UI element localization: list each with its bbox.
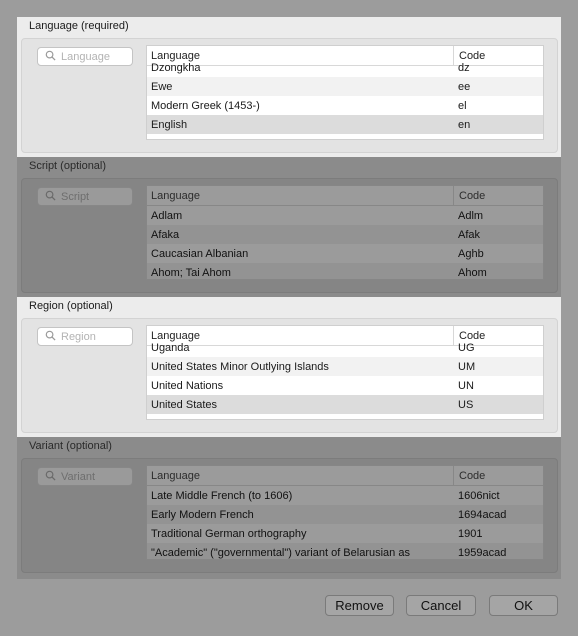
- script-table[interactable]: Language Code Adlam Adlm Afaka Afak Caucas…: [146, 185, 544, 280]
- variant-table[interactable]: Language Code Late Middle French (to 160…: [146, 465, 544, 560]
- cell-language: Ewe: [151, 80, 173, 93]
- table-row[interactable]: Early Modern French 1694acad: [147, 505, 543, 524]
- language-group-box: Language Language Code Dzongkha dz Ewe ee …: [21, 38, 558, 153]
- table-row[interactable]: Adlam Adlm: [147, 206, 543, 225]
- region-group-box: Region Language Code Uganda UG United Sta…: [21, 318, 558, 433]
- column-header-language[interactable]: Language: [147, 470, 453, 482]
- search-icon: [45, 470, 61, 484]
- cell-language: Modern Greek (1453-): [151, 99, 260, 112]
- search-icon: [45, 50, 61, 64]
- table-row[interactable]: Traditional German orthography 1901: [147, 524, 543, 543]
- cell-code: Adlm: [458, 209, 484, 222]
- table-row[interactable]: United Nations UN: [147, 376, 543, 395]
- cell-language: Afaka: [151, 228, 180, 241]
- cell-code: 1606nict: [458, 489, 500, 502]
- search-placeholder: Language: [61, 50, 110, 63]
- cell-language: United States: [151, 398, 218, 411]
- table-row[interactable]: United States Minor Outlying Islands UM: [147, 357, 543, 376]
- cell-code: dz: [458, 61, 470, 74]
- cell-language: Adlam: [151, 209, 183, 222]
- cell-language: Caucasian Albanian: [151, 247, 249, 260]
- column-header-code[interactable]: Code: [453, 186, 543, 205]
- column-header-code[interactable]: Code: [453, 466, 543, 485]
- cell-code: UM: [458, 360, 476, 373]
- cell-code: 1694acad: [458, 508, 507, 521]
- cell-code: el: [458, 99, 467, 112]
- table-row[interactable]: Caucasian Albanian Aghb: [147, 244, 543, 263]
- table-row-selected[interactable]: United States US: [147, 395, 543, 414]
- table-row[interactable]: Uganda UG: [147, 338, 543, 357]
- cell-language: English: [151, 118, 188, 131]
- cell-code: en: [458, 118, 471, 131]
- cell-code: Ahom: [458, 266, 487, 279]
- region-table[interactable]: Language Code Uganda UG United States Min…: [146, 325, 544, 420]
- table-row[interactable]: Late Middle French (to 1606) 1606nict: [147, 486, 543, 505]
- search-icon: [45, 330, 61, 344]
- ok-button[interactable]: OK: [489, 595, 558, 616]
- region-search-field[interactable]: Region: [37, 327, 133, 346]
- cell-code: UG: [458, 341, 475, 354]
- region-section: Region (optional) Region Language Code U…: [17, 297, 561, 439]
- section-title: Region (optional): [29, 300, 113, 312]
- variant-group-box: Variant Language Code Late Middle French…: [21, 458, 558, 573]
- language-section: Language (required) Language Language Co…: [17, 17, 561, 159]
- table-row[interactable]: Modern Greek (1453-) el: [147, 96, 543, 115]
- remove-button[interactable]: Remove: [325, 595, 394, 616]
- cell-code: UN: [458, 379, 474, 392]
- cell-language: Dzongkha: [151, 61, 201, 74]
- cell-language: Uganda: [151, 341, 190, 354]
- search-placeholder: Variant: [61, 470, 96, 483]
- table-row-selected[interactable]: English en: [147, 115, 543, 134]
- table-row[interactable]: Afaka Afak: [147, 225, 543, 244]
- language-search-field[interactable]: Language: [37, 47, 133, 66]
- cell-language: United Nations: [151, 379, 224, 392]
- script-group-box: Script Language Code Adlam Adlm Afaka Afak…: [21, 178, 558, 293]
- language-table[interactable]: Language Code Dzongkha dz Ewe ee Modern Gr…: [146, 45, 544, 140]
- cell-language: Ahom; Tai Ahom: [151, 266, 231, 279]
- script-section: Script (optional) Script Language Code A…: [17, 157, 561, 299]
- cell-language: Early Modern French: [151, 508, 254, 521]
- section-title: Variant (optional): [29, 440, 112, 452]
- search-placeholder: Script: [61, 190, 90, 203]
- section-title: Language (required): [29, 20, 129, 32]
- cell-code: 1901: [458, 527, 483, 540]
- cell-code: Aghb: [458, 247, 484, 260]
- cell-code: US: [458, 398, 474, 411]
- search-icon: [45, 190, 61, 204]
- section-title: Script (optional): [29, 160, 107, 172]
- variant-search-field[interactable]: Variant: [37, 467, 133, 486]
- search-placeholder: Region: [61, 330, 96, 343]
- table-row[interactable]: Ahom; Tai Ahom Ahom: [147, 263, 543, 279]
- cell-code: Afak: [458, 228, 481, 241]
- table-header: Language Code: [147, 186, 543, 206]
- column-header-language[interactable]: Language: [147, 190, 453, 202]
- cancel-button[interactable]: Cancel: [406, 595, 476, 616]
- table-row[interactable]: Ewe ee: [147, 77, 543, 96]
- cell-code: 1959acad: [458, 546, 507, 559]
- table-header: Language Code: [147, 466, 543, 486]
- cell-language: Late Middle French (to 1606): [151, 489, 293, 502]
- cell-language: Traditional German orthography: [151, 527, 307, 540]
- table-row[interactable]: Dzongkha dz: [147, 58, 543, 77]
- cell-language: "Academic" ("governmental") variant of B…: [151, 546, 410, 559]
- cell-language: United States Minor Outlying Islands: [151, 360, 329, 373]
- variant-section: Variant (optional) Variant Language Code…: [17, 437, 561, 579]
- script-search-field[interactable]: Script: [37, 187, 133, 206]
- cell-code: ee: [458, 80, 471, 93]
- table-row[interactable]: "Academic" ("governmental") variant of B…: [147, 543, 543, 559]
